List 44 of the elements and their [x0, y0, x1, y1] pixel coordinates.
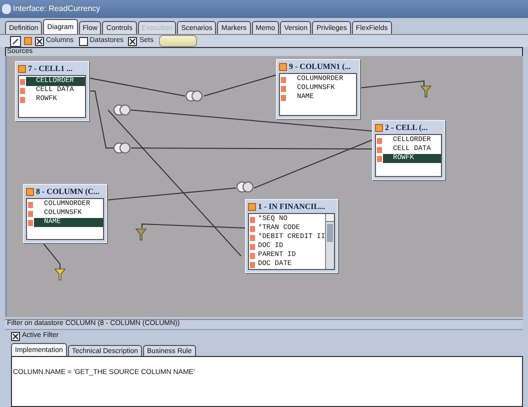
datastore-title: 8 - COLUMN (C...	[36, 188, 100, 196]
column-marker-icon	[250, 226, 255, 232]
column-marker-icon	[281, 76, 286, 82]
checkbox[interactable]	[128, 36, 138, 46]
edit-icon[interactable]	[10, 36, 21, 46]
datastore-title: 2 - CELL (...	[385, 124, 428, 132]
column-marker-icon	[20, 96, 25, 102]
column-marker-icon	[250, 216, 255, 222]
table-icon	[279, 62, 287, 70]
scrollbar[interactable]	[325, 214, 334, 269]
checkbox[interactable]	[11, 332, 20, 341]
filter-icon[interactable]	[420, 86, 432, 98]
column-marker-icon	[28, 220, 33, 226]
join-icon[interactable]	[114, 142, 130, 154]
join-icon[interactable]	[114, 104, 130, 116]
column-marker-icon	[377, 138, 382, 144]
column-marker-icon	[250, 234, 255, 240]
column-marker-icon	[20, 88, 25, 94]
filter-icon[interactable]	[135, 228, 147, 240]
connector-line	[358, 80, 424, 88]
column-marker-icon	[250, 244, 255, 250]
datastore-title: 7 - CELL1 ...	[28, 64, 72, 72]
column-marker-icon	[20, 78, 25, 84]
column-marker-icon	[377, 146, 382, 152]
filter-icon[interactable]	[54, 268, 66, 280]
checkbox[interactable]	[35, 36, 44, 46]
window-title: Interface: ReadCurrency	[13, 3, 100, 15]
table-icon	[26, 188, 34, 196]
column-marker-icon	[281, 86, 286, 92]
column-marker-icon	[250, 252, 255, 258]
connector-line	[42, 242, 60, 270]
column-marker-icon	[281, 94, 286, 100]
datastore-title: 1 - IN FINANCIL...	[258, 202, 326, 210]
column-marker-icon	[28, 202, 33, 208]
join-icon[interactable]	[186, 90, 202, 102]
table-icon	[375, 124, 383, 132]
column-marker-icon	[28, 210, 33, 216]
join-icon[interactable]	[236, 182, 254, 192]
table-icon	[18, 64, 26, 72]
checkbox[interactable]	[78, 36, 88, 46]
datastore-title: 9 - COLUMN1 (...	[289, 62, 351, 70]
column-marker-icon	[250, 262, 255, 268]
column-marker-icon	[377, 156, 382, 162]
table-icon	[248, 202, 256, 210]
